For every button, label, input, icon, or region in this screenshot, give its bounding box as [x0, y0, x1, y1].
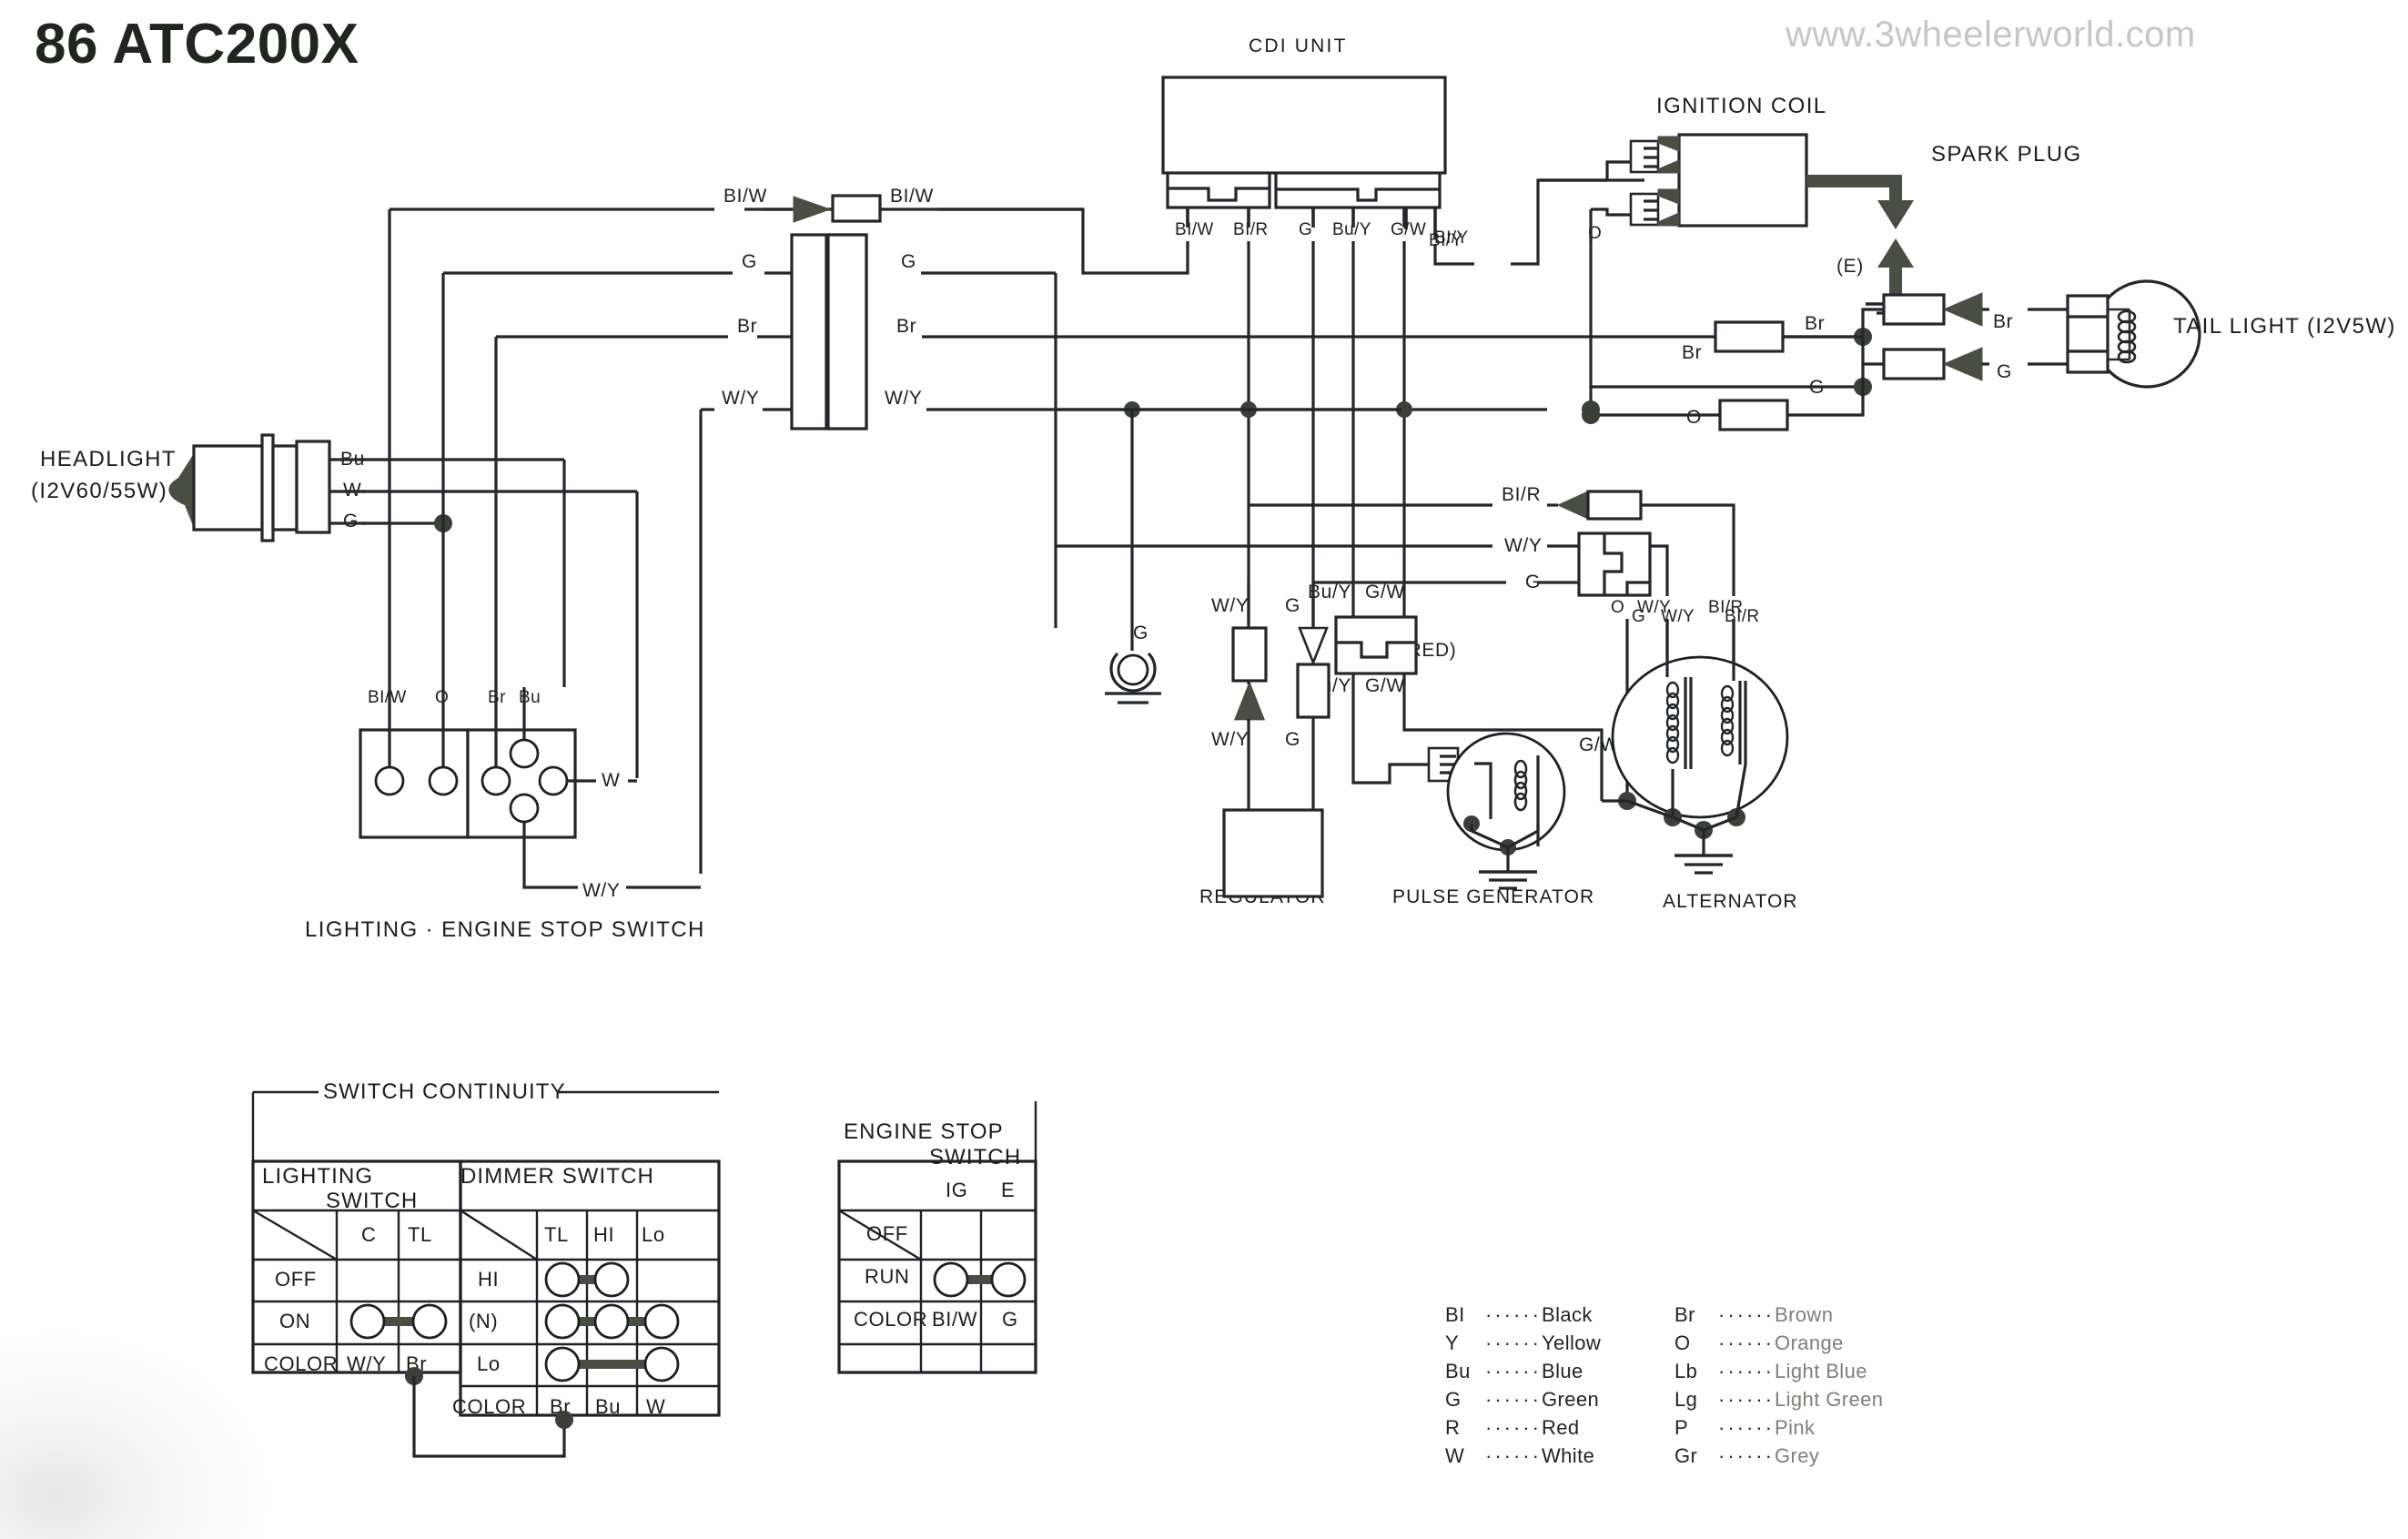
orange-wire-run: [1582, 228, 1600, 419]
lighting-engine-stop-switch-symbol: [359, 687, 701, 889]
bus-vertical-taps: [1054, 273, 1547, 628]
blr-bullet-connector: [1249, 490, 1735, 596]
switch-continuity-table: [251, 1090, 721, 1458]
main-connector-block: [790, 233, 868, 430]
cdi-unit-symbol: [1161, 76, 1447, 238]
cdi-wire-drops: [744, 178, 1644, 628]
engine-stop-switch-table: [837, 1101, 1037, 1374]
regulator-symbol: [1222, 582, 1330, 898]
tail-light-symbol: [1582, 279, 2201, 431]
ignition-coil-symbol: [1538, 133, 1808, 228]
schematic-vector-layer: [168, 76, 2201, 1458]
ground-eyelet-symbol: [1105, 619, 1161, 704]
wiring-diagram-sheet: 86 ATC200X www.3wheelerworld.com CDI UNI…: [0, 0, 2408, 1539]
alternator-symbol: [1602, 619, 1789, 875]
pulse-generator-symbol: [1427, 732, 1566, 890]
headlight-symbol: [168, 433, 637, 542]
